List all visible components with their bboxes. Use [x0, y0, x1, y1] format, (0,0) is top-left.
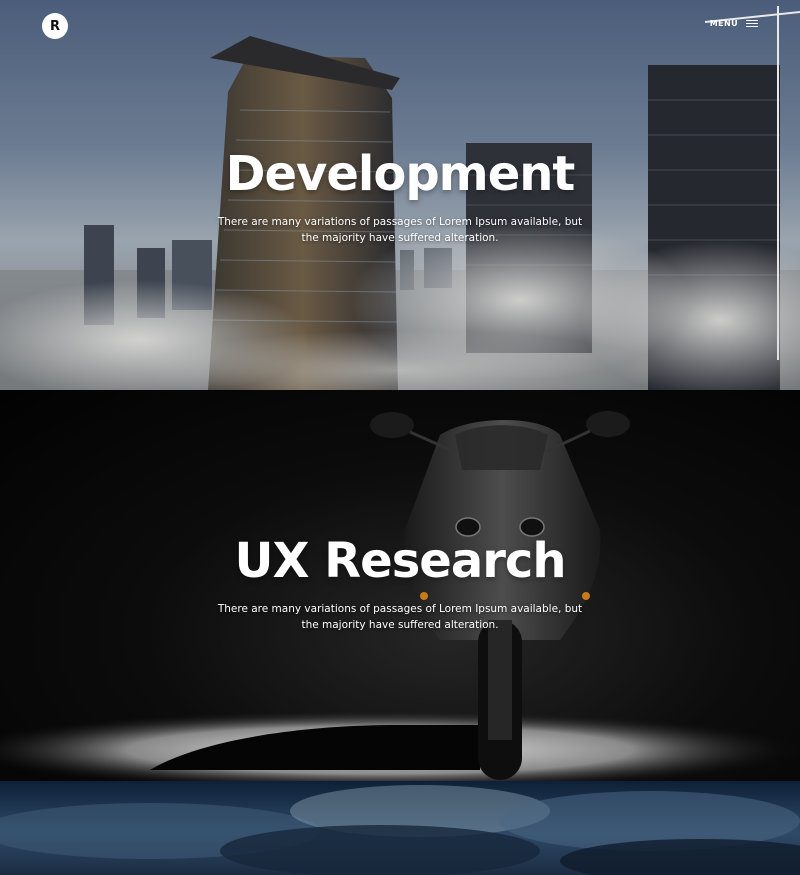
ux-research-section: UX Research There are many variations of…	[0, 390, 800, 781]
ux-research-description: There are many variations of passages of…	[217, 603, 583, 632]
menu-label: MENU	[709, 19, 738, 28]
development-description: There are many variations of passages of…	[217, 216, 583, 245]
development-section: Development There are many variations of…	[0, 0, 800, 390]
ux-research-title: UX Research	[234, 533, 566, 589]
cloudy-sky-background	[0, 785, 800, 875]
logo[interactable]: R	[42, 13, 68, 39]
ux-research-hero: UX Research There are many variations of…	[0, 533, 800, 634]
development-title: Development	[225, 146, 576, 202]
sky-section	[0, 781, 800, 875]
development-hero: Development There are many variations of…	[0, 146, 800, 247]
landing-page: R MENU Development There are many variat…	[0, 0, 800, 875]
hamburger-icon	[746, 19, 758, 28]
menu-button[interactable]: MENU	[710, 19, 758, 28]
